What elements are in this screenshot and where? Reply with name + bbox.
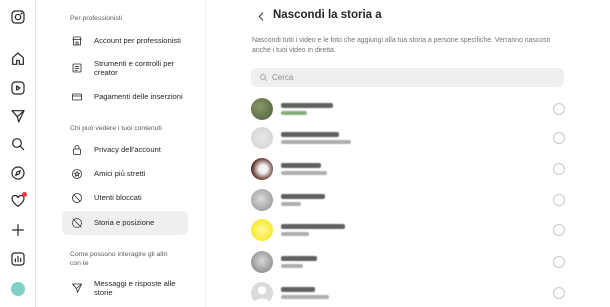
select-radio[interactable]	[553, 194, 565, 206]
search-box[interactable]	[251, 68, 564, 87]
list-item[interactable]	[251, 186, 571, 214]
section-title-professional: Per professionisti	[70, 15, 123, 22]
star-icon	[69, 166, 85, 182]
card-icon	[69, 89, 85, 105]
icon-rail	[0, 0, 36, 307]
select-radio[interactable]	[553, 163, 565, 175]
sidebar-item-blocked-users[interactable]: Utenti bloccati	[62, 186, 188, 210]
default-avatar-icon	[253, 286, 271, 304]
list-item[interactable]	[251, 95, 571, 123]
sidebar-item-messages-replies[interactable]: Messaggi e risposte alle storie	[62, 274, 188, 302]
dashboard-icon[interactable]	[8, 249, 28, 269]
create-icon[interactable]	[8, 220, 28, 240]
avatar	[251, 127, 273, 149]
page-description: Nascondi tutti i video e le foto che agg…	[252, 37, 551, 54]
sidebar-item-label: Amici più stretti	[94, 169, 146, 179]
list-item[interactable]	[251, 155, 571, 183]
sidebar-item-label: Storia e posizione	[94, 218, 155, 228]
instagram-icon[interactable]	[8, 7, 28, 27]
list-item[interactable]	[251, 124, 571, 152]
tools-icon	[69, 60, 85, 76]
sidebar-item-label: Utenti bloccati	[94, 193, 142, 203]
profile-avatar[interactable]	[8, 279, 28, 299]
list-item[interactable]	[251, 216, 571, 244]
avatar	[11, 282, 25, 296]
sidebar-item-label: Account per professionisti	[94, 36, 181, 46]
search-input[interactable]	[272, 73, 552, 82]
list-item[interactable]	[251, 248, 571, 276]
select-radio[interactable]	[553, 132, 565, 144]
sidebar-item-account-privacy[interactable]: Privacy dell'account	[62, 138, 188, 162]
sidebar-item-label: Privacy dell'account	[94, 145, 161, 155]
sidebar-item-label: Strumenti e controlli per creator	[94, 58, 175, 78]
avatar	[251, 251, 273, 273]
messages-icon[interactable]	[8, 106, 28, 126]
avatar	[251, 98, 273, 120]
notifications-icon[interactable]	[8, 191, 28, 211]
section-title-visibility: Chi può vedere i tuoi contenuti	[70, 125, 162, 132]
select-radio[interactable]	[553, 224, 565, 236]
home-icon[interactable]	[8, 49, 28, 69]
explore-icon[interactable]	[8, 163, 28, 183]
sidebar-item-label: Pagamenti delle inserzioni	[94, 92, 183, 102]
sidebar-item-ad-payments[interactable]: Pagamenti delle inserzioni	[62, 85, 188, 109]
select-radio[interactable]	[553, 103, 565, 115]
lock-icon	[69, 142, 85, 158]
notification-dot	[22, 192, 27, 197]
avatar	[251, 219, 273, 241]
sidebar-item-professional-account[interactable]: Account per professionisti	[62, 29, 188, 53]
sidebar-item-label: Messaggi e risposte alle storie	[94, 278, 176, 298]
store-icon	[69, 33, 85, 49]
sidebar-item-story-location[interactable]: Storia e posizione	[62, 211, 188, 235]
send-icon	[69, 280, 85, 296]
select-radio[interactable]	[553, 256, 565, 268]
select-radio[interactable]	[553, 287, 565, 299]
list-item[interactable]	[251, 279, 571, 307]
story-off-icon	[69, 215, 85, 231]
avatar	[251, 158, 273, 180]
section-title-interactions: Come possono interagire gli altri con te	[70, 251, 168, 267]
search-icon	[257, 72, 269, 84]
sidebar-item-creator-tools[interactable]: Strumenti e controlli per creator	[62, 56, 188, 80]
search-icon[interactable]	[8, 134, 28, 154]
chevron-left-icon	[258, 11, 263, 21]
blocked-icon	[69, 190, 85, 206]
avatar	[251, 189, 273, 211]
reels-icon[interactable]	[8, 78, 28, 98]
main-panel: Nascondi la storia a Nascondi tutti i vi…	[207, 0, 610, 307]
page-title: Nascondi la storia a	[273, 9, 382, 21]
sidebar-item-close-friends[interactable]: Amici più stretti	[62, 162, 188, 186]
back-button[interactable]	[253, 8, 269, 24]
avatar	[251, 282, 273, 304]
